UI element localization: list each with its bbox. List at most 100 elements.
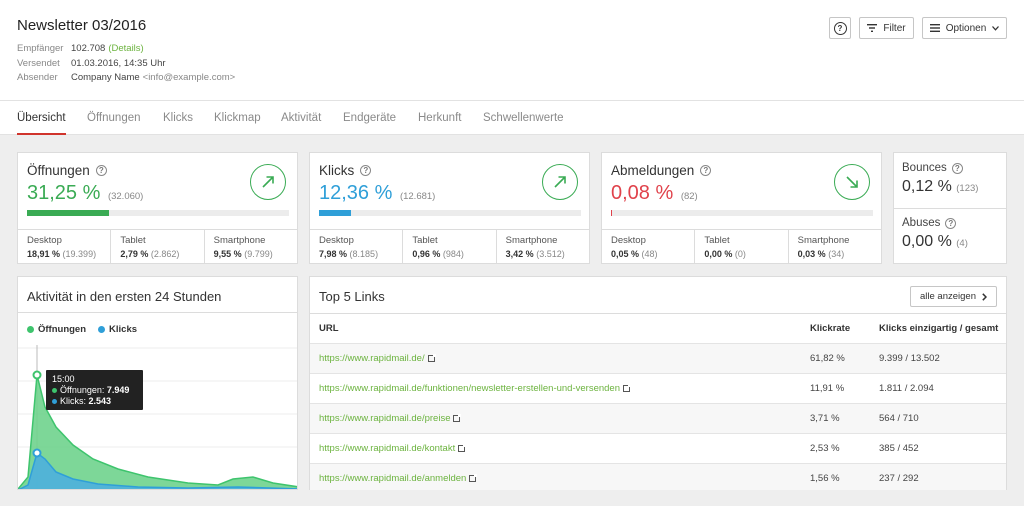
- link-url[interactable]: https://www.rapidmail.de/funktionen/news…: [319, 374, 631, 403]
- split-label: Tablet: [120, 235, 146, 246]
- help-icon[interactable]: ?: [360, 165, 372, 176]
- divider: [894, 208, 1006, 209]
- chart-tooltip: 15:00 Öffnungen: 7.949 Klicks: 2.543: [46, 370, 143, 410]
- chevron-right-icon: [982, 292, 987, 301]
- mini-title: Bounces?: [902, 162, 978, 174]
- split-percent: 0,05 %: [611, 249, 640, 259]
- filter-button[interactable]: Filter: [859, 17, 914, 39]
- link-url[interactable]: https://www.rapidmail.de/kontakt: [319, 434, 467, 463]
- split-percent: 2,79 %: [120, 249, 149, 259]
- legend-klicks[interactable]: Klicks: [98, 324, 137, 335]
- tab-schwellenwerte[interactable]: Schwellenwerte: [483, 101, 564, 135]
- column-url: URL: [319, 323, 339, 334]
- column-klicks: Klicks einzigartig / gesamt: [879, 323, 999, 334]
- activity-chart[interactable]: [18, 337, 298, 490]
- sender-email: <info@example.com>: [142, 72, 236, 83]
- split-count: (48): [641, 249, 658, 259]
- meta-sender: Absender Company Name <info@example.com>: [17, 71, 235, 86]
- stat-percent: 12,36 %: [319, 182, 393, 204]
- split-value: 0,96 % (984): [412, 249, 495, 259]
- help-icon[interactable]: ?: [951, 162, 963, 174]
- split-label: Smartphone: [213, 235, 266, 246]
- external-link-icon: [623, 384, 631, 392]
- external-link-icon: [427, 354, 436, 362]
- split-label: Desktop: [319, 235, 354, 246]
- progress-fill: [319, 210, 352, 216]
- stat-percent: 0,08 %: [611, 182, 674, 204]
- options-button[interactable]: Optionen: [922, 17, 1007, 39]
- split-percent: 0,00 %: [704, 249, 733, 259]
- stat-label: Öffnungen: [27, 163, 90, 178]
- top-links-panel: Top 5 Links alle anzeigen URL Klickrate …: [309, 276, 1007, 490]
- legend-dot: [27, 326, 34, 333]
- tab-klicks[interactable]: Klicks: [163, 101, 193, 135]
- tooltip-value: 2.543: [88, 396, 112, 406]
- split-tablet: Tablet 2,79 % (2.862): [111, 230, 205, 264]
- progress-fill: [611, 210, 613, 216]
- legend-oeffnungen[interactable]: Öffnungen: [27, 324, 86, 335]
- details-link[interactable]: (Details): [108, 42, 143, 57]
- stat-card-oeffnungen: Öffnungen? 31,25 % (32.060) Desktop 18,91…: [17, 152, 298, 264]
- stat-card-abmeldungen: Abmeldungen? 0,08 % (82) Desktop 0,05 % (…: [601, 152, 882, 264]
- chart-legend: Öffnungen Klicks: [27, 324, 137, 335]
- split-count: (19.399): [62, 249, 97, 259]
- link-rate: 61,82 %: [810, 353, 845, 364]
- mini-count: (4): [956, 238, 968, 249]
- split-value: 3,42 % (3.512): [506, 249, 589, 259]
- progress-bar: [319, 210, 581, 216]
- split-smartphone: Smartphone 0,03 % (34): [789, 230, 881, 264]
- link-clicks: 1.811 / 2.094: [879, 383, 934, 394]
- activity-panel: Aktivität in den ersten 24 Stunden Öffnu…: [17, 276, 298, 490]
- page-title: Newsletter 03/2016: [17, 17, 147, 34]
- tooltip-time: 15:00: [52, 374, 75, 384]
- help-icon[interactable]: ?: [945, 217, 957, 229]
- external-link-icon: [453, 414, 462, 422]
- url-text: https://www.rapidmail.de/funktionen/news…: [319, 383, 620, 394]
- split-count: (34): [828, 249, 845, 259]
- show-all-button[interactable]: alle anzeigen: [910, 286, 997, 307]
- meta-key: Absender: [17, 72, 58, 83]
- split-count: (9.799): [244, 249, 273, 259]
- stat-percent: 31,25 %: [27, 182, 101, 204]
- split-value: 0,03 % (34): [798, 249, 881, 259]
- split-tablet: Tablet 0,96 % (984): [403, 230, 497, 264]
- abuses-block: Abuses? 0,00 % (4): [902, 217, 968, 251]
- stat-count: (12.681): [399, 191, 436, 202]
- link-url[interactable]: https://www.rapidmail.de/: [319, 344, 436, 373]
- filter-label: Filter: [883, 22, 906, 34]
- tab-endgeraete[interactable]: Endgeräte: [343, 101, 396, 135]
- meta-value: 01.03.2016, 14:35 Uhr: [71, 57, 166, 69]
- device-splits: Desktop 18,91 % (19.399) Tablet 2,79 % (2.…: [18, 229, 297, 264]
- help-button[interactable]: ?: [829, 17, 851, 39]
- split-label: Smartphone: [505, 235, 558, 246]
- url-text: https://www.rapidmail.de/kontakt: [319, 443, 456, 454]
- link-url[interactable]: https://www.rapidmail.de/preise: [319, 404, 462, 433]
- campaign-header: Newsletter 03/2016 Empfänger 102.708 (De…: [0, 0, 1024, 101]
- mini-count: (123): [956, 183, 979, 194]
- meta-sent: Versendet 01.03.2016, 14:35 Uhr: [17, 57, 235, 72]
- tab-klickmap[interactable]: Klickmap: [214, 101, 261, 135]
- link-url[interactable]: https://www.rapidmail.de/anmelden: [319, 464, 478, 493]
- help-icon[interactable]: ?: [700, 165, 712, 176]
- mini-percent: 0,00 %: [902, 233, 952, 250]
- tooltip-label: Klicks:: [60, 396, 87, 406]
- tab-aktivitaet[interactable]: Aktivität: [281, 101, 321, 135]
- split-value: 2,79 % (2.862): [120, 249, 203, 259]
- tab-oeffnungen[interactable]: Öffnungen: [87, 101, 141, 135]
- stat-label: Abmeldungen: [611, 163, 695, 178]
- stat-value: 31,25 % (32.060): [27, 182, 143, 205]
- tab-herkunft[interactable]: Herkunft: [418, 101, 461, 135]
- split-count: (3.512): [536, 249, 565, 259]
- url-text: https://www.rapidmail.de/: [319, 353, 425, 364]
- split-desktop: Desktop 0,05 % (48): [602, 230, 696, 264]
- progress-fill: [27, 210, 109, 216]
- bounces-block: Bounces? 0,12 % (123): [902, 162, 978, 196]
- progress-bar: [27, 210, 289, 216]
- stat-title: Abmeldungen?: [611, 163, 712, 178]
- link-rate: 2,53 %: [810, 443, 840, 454]
- help-icon[interactable]: ?: [95, 165, 107, 176]
- stat-value: 12,36 % (12.681): [319, 182, 435, 205]
- split-value: 18,91 % (19.399): [27, 249, 110, 259]
- external-link-icon: [469, 474, 478, 482]
- tab-uebersicht[interactable]: Übersicht: [17, 101, 66, 135]
